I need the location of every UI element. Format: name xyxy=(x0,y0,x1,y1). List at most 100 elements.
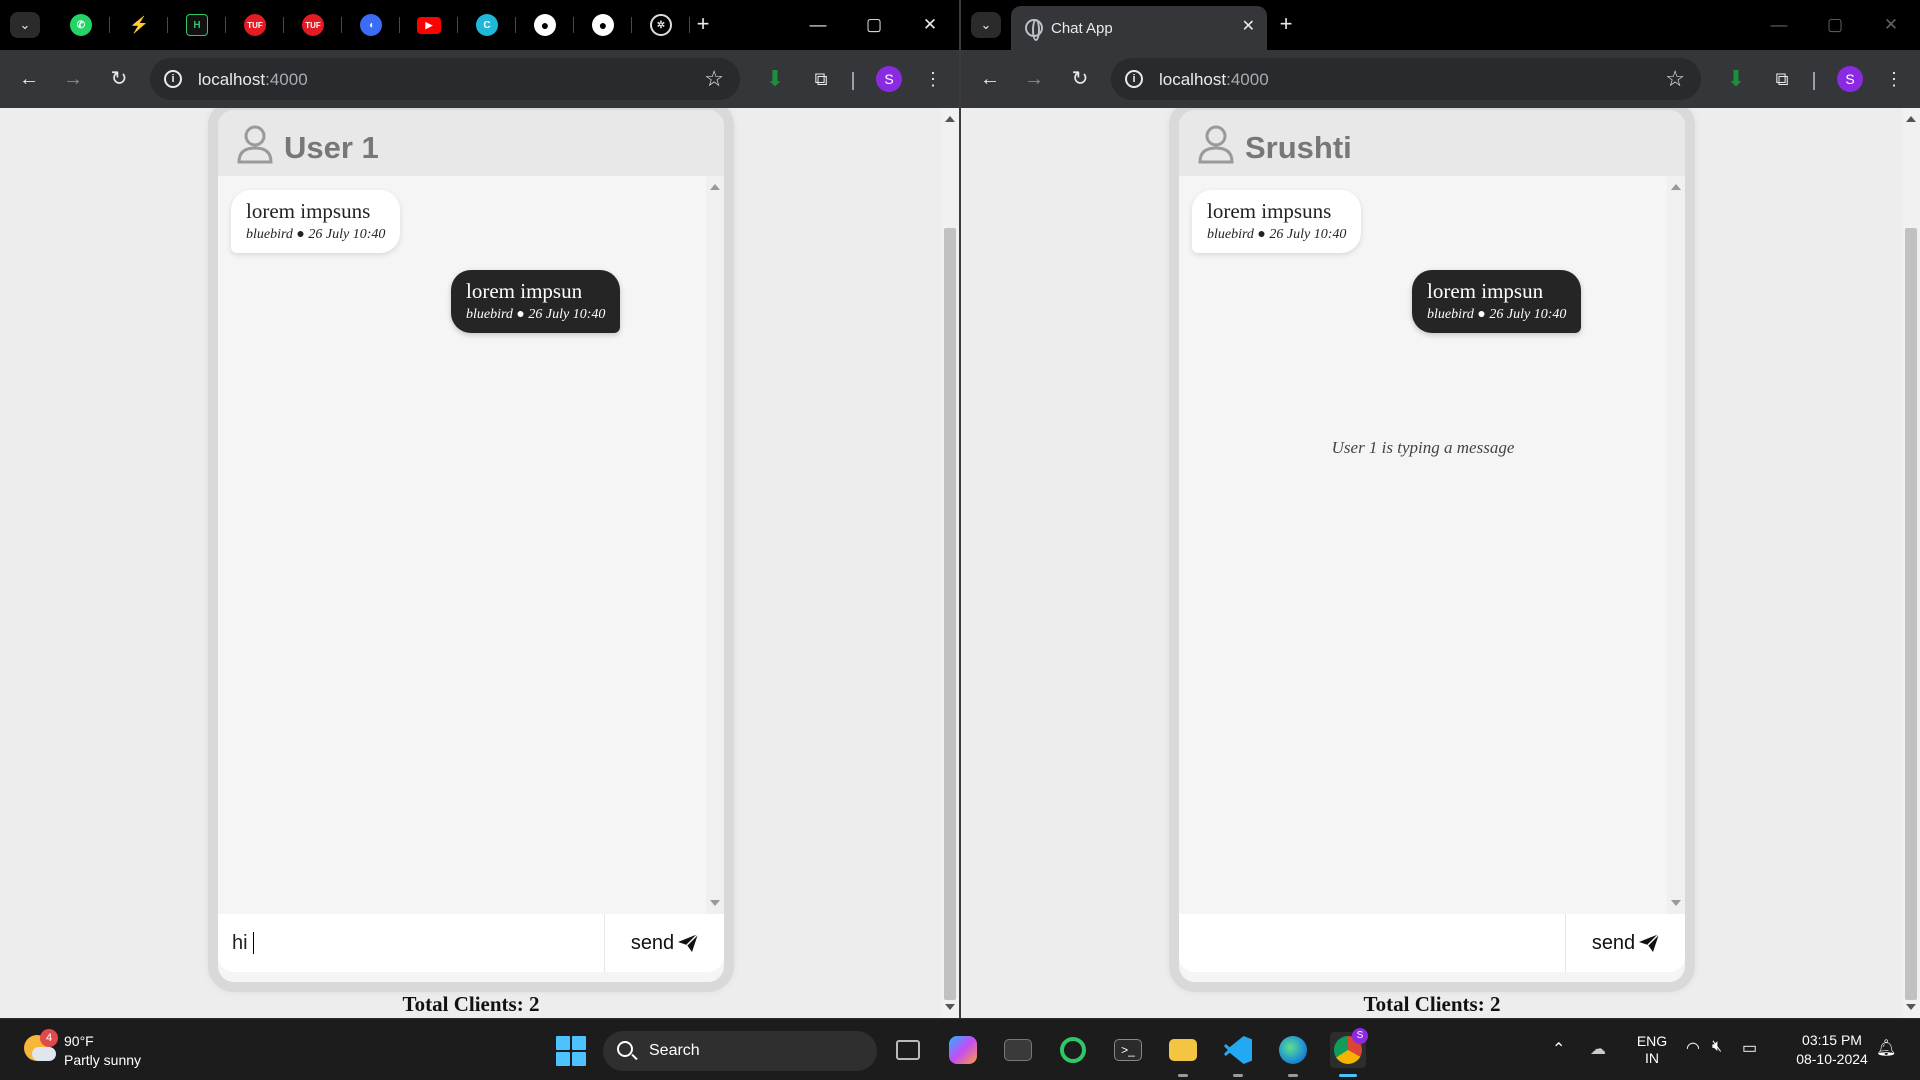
address-bar[interactable]: i localhost:4000 ☆ xyxy=(1111,58,1701,100)
chrome-button[interactable]: S xyxy=(1330,1028,1368,1077)
close-window-button[interactable]: ✕ xyxy=(902,0,958,50)
message-list[interactable]: lorem impsuns bluebird ● 26 July 10:40 l… xyxy=(218,176,724,914)
scrollbar-thumb[interactable] xyxy=(1905,228,1917,1000)
forward-button[interactable]: → xyxy=(58,64,88,94)
send-label: send xyxy=(630,931,675,954)
page-scrollbar[interactable] xyxy=(1902,108,1920,1018)
close-window-button[interactable]: ✕ xyxy=(1863,0,1919,50)
running-indicator xyxy=(1233,1074,1243,1077)
chat-header: Srushti xyxy=(1179,110,1685,176)
pinned-tab-hackerrank[interactable]: H xyxy=(168,0,226,50)
tab-chat-app[interactable]: Chat App ✕ xyxy=(1011,6,1267,50)
terminal-app-button[interactable] xyxy=(1000,1032,1036,1068)
notification-bell-icon[interactable]: 🔔︎ xyxy=(1876,1038,1896,1058)
pinned-tab-chatgpt[interactable]: ✲ xyxy=(632,0,690,50)
pinned-tab-github-2[interactable]: ● xyxy=(574,0,632,50)
back-button[interactable]: ← xyxy=(14,64,44,94)
task-view-button[interactable] xyxy=(890,1032,926,1068)
search-label: Search xyxy=(649,1042,700,1059)
chat-username: Srushti xyxy=(1245,130,1352,165)
message-incoming: lorem impsuns bluebird ● 26 July 10:40 xyxy=(231,190,401,253)
onedrive-icon[interactable]: ☁ xyxy=(1590,1039,1606,1059)
site-info-icon[interactable]: i xyxy=(164,70,182,88)
forward-button[interactable]: → xyxy=(1019,64,1049,94)
wifi-icon[interactable]: ◠ xyxy=(1686,1038,1700,1058)
profile-avatar[interactable]: S xyxy=(1837,66,1863,92)
search-icon xyxy=(617,1041,633,1057)
message-text: lorem impsuns xyxy=(1207,199,1332,223)
site-info-icon[interactable]: i xyxy=(1125,70,1143,88)
pinned-tab-github[interactable]: ● xyxy=(516,0,574,50)
send-button[interactable]: send xyxy=(606,914,724,972)
bookmark-star-icon[interactable]: ☆ xyxy=(704,66,724,92)
menu-kebab-icon[interactable]: ⋮ xyxy=(920,66,946,92)
tab-search-button[interactable]: ⌄ xyxy=(971,12,1001,38)
address-bar[interactable]: i localhost:4000 ☆ xyxy=(150,58,740,100)
clock[interactable]: 03:15 PM 08-10-2024 xyxy=(1782,1031,1882,1069)
pinned-tab-canva[interactable]: C xyxy=(458,0,516,50)
new-tab-button[interactable]: + xyxy=(1273,12,1299,38)
pinned-tab-youtube[interactable]: ▶ xyxy=(400,0,458,50)
profile-avatar[interactable]: S xyxy=(876,66,902,92)
tab-search-button[interactable]: ⌄ xyxy=(10,12,40,38)
weather-temp: 90°F xyxy=(64,1033,94,1049)
browser-window-left: ⌄ ✆ ⚡ H TUF TUF ◖ ▶ C ● ● ✲ + — ▢ ✕ ← → … xyxy=(0,0,959,1018)
reload-button[interactable]: ↻ xyxy=(1065,64,1095,94)
battery-icon[interactable]: ▭ xyxy=(1742,1038,1757,1058)
vscode-button[interactable] xyxy=(1220,1032,1256,1077)
edge-button[interactable] xyxy=(1275,1032,1311,1077)
message-list-scrollbar[interactable] xyxy=(1667,176,1685,914)
message-input[interactable] xyxy=(1179,914,1565,972)
download-icon[interactable]: ⬇ xyxy=(1723,66,1749,92)
close-tab-icon[interactable]: ✕ xyxy=(1242,16,1255,36)
command-prompt-button[interactable]: >_ xyxy=(1110,1032,1146,1068)
page-viewport: Srushti lorem impsuns bluebird ● 26 July… xyxy=(961,108,1920,1018)
minimize-button[interactable]: — xyxy=(1751,0,1807,50)
taskbar-search[interactable]: Search xyxy=(603,1031,877,1071)
reload-button[interactable]: ↻ xyxy=(104,64,134,94)
weather-widget[interactable]: 4 90°F Partly sunny xyxy=(22,1029,162,1071)
browser-toolbar: ← → ↻ i localhost:4000 ☆ ⬇ ⧉ S ⋮ xyxy=(0,50,959,108)
send-button[interactable]: send xyxy=(1567,914,1685,972)
pinned-tab-whatsapp[interactable]: ✆ xyxy=(52,0,110,50)
page-viewport: User 1 lorem impsuns bluebird ● 26 July … xyxy=(0,108,959,1018)
maximize-button[interactable]: ▢ xyxy=(1807,0,1863,50)
weather-badge: 4 xyxy=(40,1029,58,1047)
extensions-icon[interactable]: ⧉ xyxy=(1769,66,1795,92)
new-tab-button[interactable]: + xyxy=(690,12,716,38)
terminal-window-icon xyxy=(1004,1039,1032,1061)
total-clients: Total Clients: 2 xyxy=(402,992,540,1016)
page-scrollbar[interactable] xyxy=(941,108,959,1018)
weather-desc: Partly sunny xyxy=(64,1052,142,1068)
minimize-button[interactable]: — xyxy=(790,0,846,50)
back-button[interactable]: ← xyxy=(975,64,1005,94)
volume-muted-icon[interactable]: 🔇︎ xyxy=(1712,1038,1722,1056)
maximize-button[interactable]: ▢ xyxy=(846,0,902,50)
tray-overflow-icon[interactable]: ⌃ xyxy=(1552,1039,1565,1059)
windows-taskbar: 4 90°F Partly sunny Search >_ S ⌃ ☁ ENG … xyxy=(0,1018,1920,1080)
pinned-tab-tuf[interactable]: TUF xyxy=(226,0,284,50)
bookmark-star-icon[interactable]: ☆ xyxy=(1665,66,1685,92)
message-input[interactable] xyxy=(218,914,604,972)
extensions-icon[interactable]: ⧉ xyxy=(808,66,834,92)
download-icon[interactable]: ⬇ xyxy=(762,66,788,92)
message-list-scrollbar[interactable] xyxy=(706,176,724,914)
chatgpt-icon: ✲ xyxy=(650,14,672,36)
pinned-tab-tuf-2[interactable]: TUF xyxy=(284,0,342,50)
file-explorer-button[interactable] xyxy=(1165,1032,1201,1077)
message-text: lorem impsun xyxy=(1427,279,1544,303)
message-list[interactable]: lorem impsuns bluebird ● 26 July 10:40 l… xyxy=(1179,176,1685,914)
compose-row: send xyxy=(1179,914,1685,972)
send-icon xyxy=(1639,933,1660,952)
pinned-tab-ecommerce[interactable]: ⚡ xyxy=(110,0,168,50)
language-indicator[interactable]: ENG IN xyxy=(1632,1033,1672,1067)
pinned-tab-app[interactable]: ◖ xyxy=(342,0,400,50)
globe-icon xyxy=(1025,19,1043,41)
scrollbar-thumb[interactable] xyxy=(944,228,956,1000)
start-button[interactable] xyxy=(556,1036,586,1066)
github-icon: ● xyxy=(534,14,556,36)
copilot-button[interactable] xyxy=(945,1032,981,1068)
message-outgoing: lorem impsun bluebird ● 26 July 10:40 xyxy=(451,270,621,333)
menu-kebab-icon[interactable]: ⋮ xyxy=(1881,66,1907,92)
app-ring-button[interactable] xyxy=(1055,1032,1091,1068)
